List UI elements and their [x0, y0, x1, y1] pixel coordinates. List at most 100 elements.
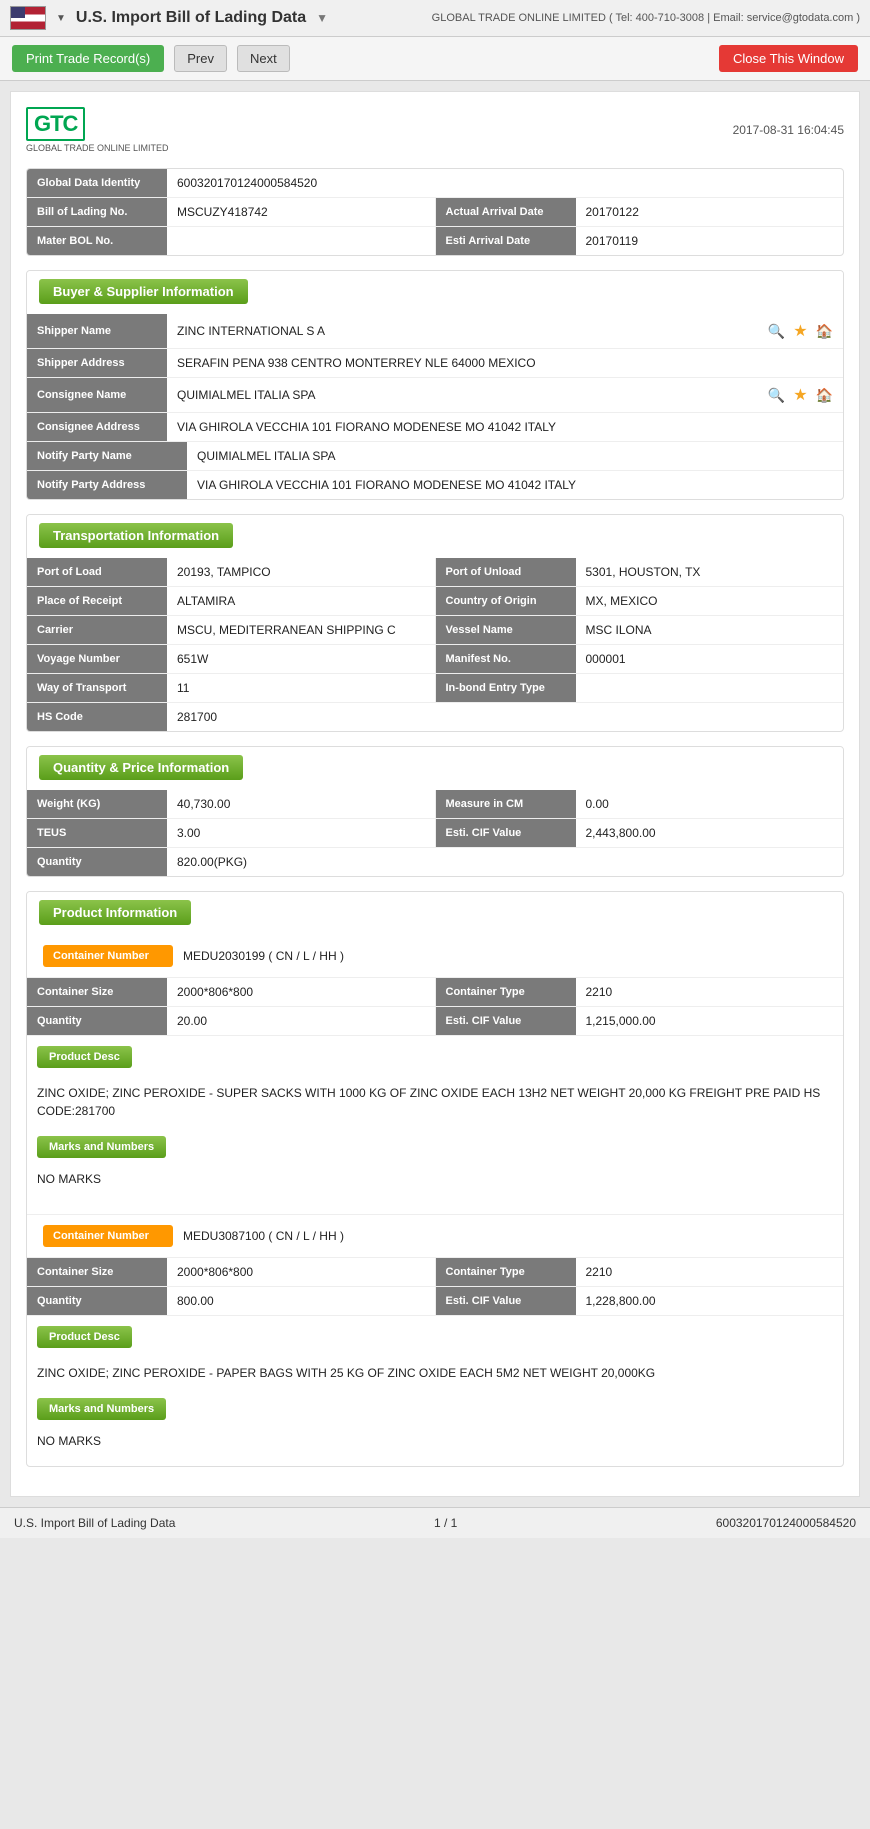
identity-value: 600320170124000584520 [167, 169, 843, 197]
logo-box: GTC GLOBAL TRADE ONLINE LIMITED [26, 107, 169, 153]
company-info: GLOBAL TRADE ONLINE LIMITED ( Tel: 400-7… [432, 12, 860, 24]
toolbar: Print Trade Record(s) Prev Next Close Th… [0, 37, 870, 81]
container-type-label-2: Container Type [436, 1258, 576, 1286]
notify-party-name-row: Notify Party Name QUIMIALMEL ITALIA SPA [27, 442, 843, 471]
place-receipt-label: Place of Receipt [27, 587, 167, 615]
next-button[interactable]: Next [237, 45, 290, 72]
notify-party-name-value: QUIMIALMEL ITALIA SPA [187, 442, 843, 470]
consignee-name-row: Consignee Name QUIMIALMEL ITALIA SPA 🔍 ★… [27, 378, 843, 413]
esti-arrival-value: 20170119 [576, 227, 844, 255]
quantity-value-1: 20.00 [167, 1007, 435, 1035]
consignee-home-icon[interactable]: 🏠 [816, 387, 833, 404]
weight-row: Weight (KG) 40,730.00 Measure in CM 0.00 [27, 790, 843, 819]
notify-party-address-value: VIA GHIROLA VECCHIA 101 FIORANO MODENESE… [187, 471, 843, 499]
vessel-name-value: MSC ILONA [576, 616, 844, 644]
vessel-name-label: Vessel Name [436, 616, 576, 644]
consignee-address-row: Consignee Address VIA GHIROLA VECCHIA 10… [27, 413, 843, 442]
marks-section-2: Marks and Numbers [27, 1388, 843, 1430]
container-number-value-2: MEDU3087100 ( CN / L / HH ) [183, 1223, 344, 1249]
product-info-header: Product Information [27, 892, 843, 935]
bol-row: Bill of Lading No. MSCUZY418742 Actual A… [27, 198, 843, 227]
product-info-title: Product Information [39, 900, 191, 925]
transportation-header: Transportation Information [27, 515, 843, 558]
manifest-value: 000001 [576, 645, 844, 673]
country-origin-label: Country of Origin [436, 587, 576, 615]
dropdown-title-arrow[interactable]: ▼ [316, 11, 328, 25]
notify-party-address-label: Notify Party Address [27, 471, 187, 499]
product-desc-label-1: Product Desc [37, 1046, 132, 1068]
quantity-price-section: Quantity & Price Information Weight (KG)… [26, 746, 844, 877]
hs-code-row: HS Code 281700 [27, 703, 843, 731]
esti-arrival-label: Esti Arrival Date [436, 227, 576, 255]
manifest-label: Manifest No. [436, 645, 576, 673]
buyer-supplier-title: Buyer & Supplier Information [39, 279, 248, 304]
product-desc-text-1: ZINC OXIDE; ZINC PEROXIDE - SUPER SACKS … [27, 1078, 843, 1126]
marks-text-1: NO MARKS [27, 1168, 843, 1196]
mater-bol-value [167, 227, 435, 255]
logo-text: GTC [34, 111, 77, 137]
hs-code-value: 281700 [167, 703, 843, 731]
consignee-search-icon[interactable]: 🔍 [768, 387, 785, 404]
product-desc-section-2: Product Desc [27, 1316, 843, 1358]
quantity-label-1: Quantity [27, 1007, 167, 1035]
container-size-label-1: Container Size [27, 978, 167, 1006]
identity-label: Global Data Identity [27, 169, 167, 197]
quantity-label-2: Quantity [27, 1287, 167, 1315]
hs-code-label: HS Code [27, 703, 167, 731]
quantity-row: Quantity 820.00(PKG) [27, 848, 843, 876]
esti-cif-label-2: Esti. CIF Value [436, 1287, 576, 1315]
identity-section: Global Data Identity 6003201701240005845… [26, 168, 844, 256]
quantity-value: 820.00(PKG) [167, 848, 843, 876]
country-origin-value: MX, MEXICO [576, 587, 844, 615]
consignee-address-value: VIA GHIROLA VECCHIA 101 FIORANO MODENESE… [167, 413, 843, 441]
container-num-row-2: Container Number MEDU3087100 ( CN / L / … [27, 1215, 843, 1258]
buyer-supplier-header: Buyer & Supplier Information [27, 271, 843, 314]
quantity-price-header: Quantity & Price Information [27, 747, 843, 790]
teus-value: 3.00 [167, 819, 435, 847]
transportation-section: Transportation Information Port of Load … [26, 514, 844, 732]
buyer-supplier-section: Buyer & Supplier Information Shipper Nam… [26, 270, 844, 500]
shipper-address-value: SERAFIN PENA 938 CENTRO MONTERREY NLE 64… [167, 349, 843, 377]
actual-arrival-label: Actual Arrival Date [436, 198, 576, 226]
shipper-home-icon[interactable]: 🏠 [816, 323, 833, 340]
product-block-2: Container Number MEDU3087100 ( CN / L / … [27, 1214, 843, 1466]
container-size-value-1: 2000*806*800 [167, 978, 435, 1006]
bol-value: MSCUZY418742 [167, 198, 435, 226]
container-type-value-2: 2210 [576, 1258, 844, 1286]
measure-value: 0.00 [576, 790, 844, 818]
quantity-cif-row-1: Quantity 20.00 Esti. CIF Value 1,215,000… [27, 1007, 843, 1036]
container-size-label-2: Container Size [27, 1258, 167, 1286]
place-receipt-value: ALTAMIRA [167, 587, 435, 615]
bol-left: Bill of Lading No. MSCUZY418742 [27, 198, 435, 226]
mater-bol-row: Mater BOL No. Esti Arrival Date 20170119 [27, 227, 843, 255]
voyage-label: Voyage Number [27, 645, 167, 673]
quantity-cif-row-2: Quantity 800.00 Esti. CIF Value 1,228,80… [27, 1287, 843, 1316]
container-number-label-1: Container Number [43, 945, 173, 967]
product-block-1: Container Number MEDU2030199 ( CN / L / … [27, 935, 843, 1204]
container-type-value-1: 2210 [576, 978, 844, 1006]
close-window-button[interactable]: Close This Window [719, 45, 858, 72]
consignee-star-icon[interactable]: ★ [793, 385, 807, 405]
carrier-row: Carrier MSCU, MEDITERRANEAN SHIPPING C V… [27, 616, 843, 645]
product-desc-section-1: Product Desc [27, 1036, 843, 1078]
esti-cif-label-1: Esti. CIF Value [436, 1007, 576, 1035]
shipper-star-icon[interactable]: ★ [793, 321, 807, 341]
shipper-search-icon[interactable]: 🔍 [768, 323, 785, 340]
port-load-value: 20193, TAMPICO [167, 558, 435, 586]
carrier-label: Carrier [27, 616, 167, 644]
footer-page: 1 / 1 [434, 1516, 457, 1530]
prev-button[interactable]: Prev [174, 45, 227, 72]
us-flag-icon [10, 6, 46, 30]
way-transport-row: Way of Transport 11 In-bond Entry Type [27, 674, 843, 703]
page-footer: U.S. Import Bill of Lading Data 1 / 1 60… [0, 1507, 870, 1538]
container-size-row-2: Container Size 2000*806*800 Container Ty… [27, 1258, 843, 1287]
way-transport-value: 11 [167, 674, 435, 702]
mater-bol-label: Mater BOL No. [27, 227, 167, 255]
shipper-address-row: Shipper Address SERAFIN PENA 938 CENTRO … [27, 349, 843, 378]
container-num-row-1: Container Number MEDU2030199 ( CN / L / … [27, 935, 843, 978]
print-button[interactable]: Print Trade Record(s) [12, 45, 164, 72]
esti-cif-value: 2,443,800.00 [576, 819, 844, 847]
identity-row: Global Data Identity 6003201701240005845… [27, 169, 843, 198]
dropdown-arrow-icon[interactable]: ▼ [56, 13, 66, 24]
footer-record-id: 600320170124000584520 [716, 1516, 856, 1530]
